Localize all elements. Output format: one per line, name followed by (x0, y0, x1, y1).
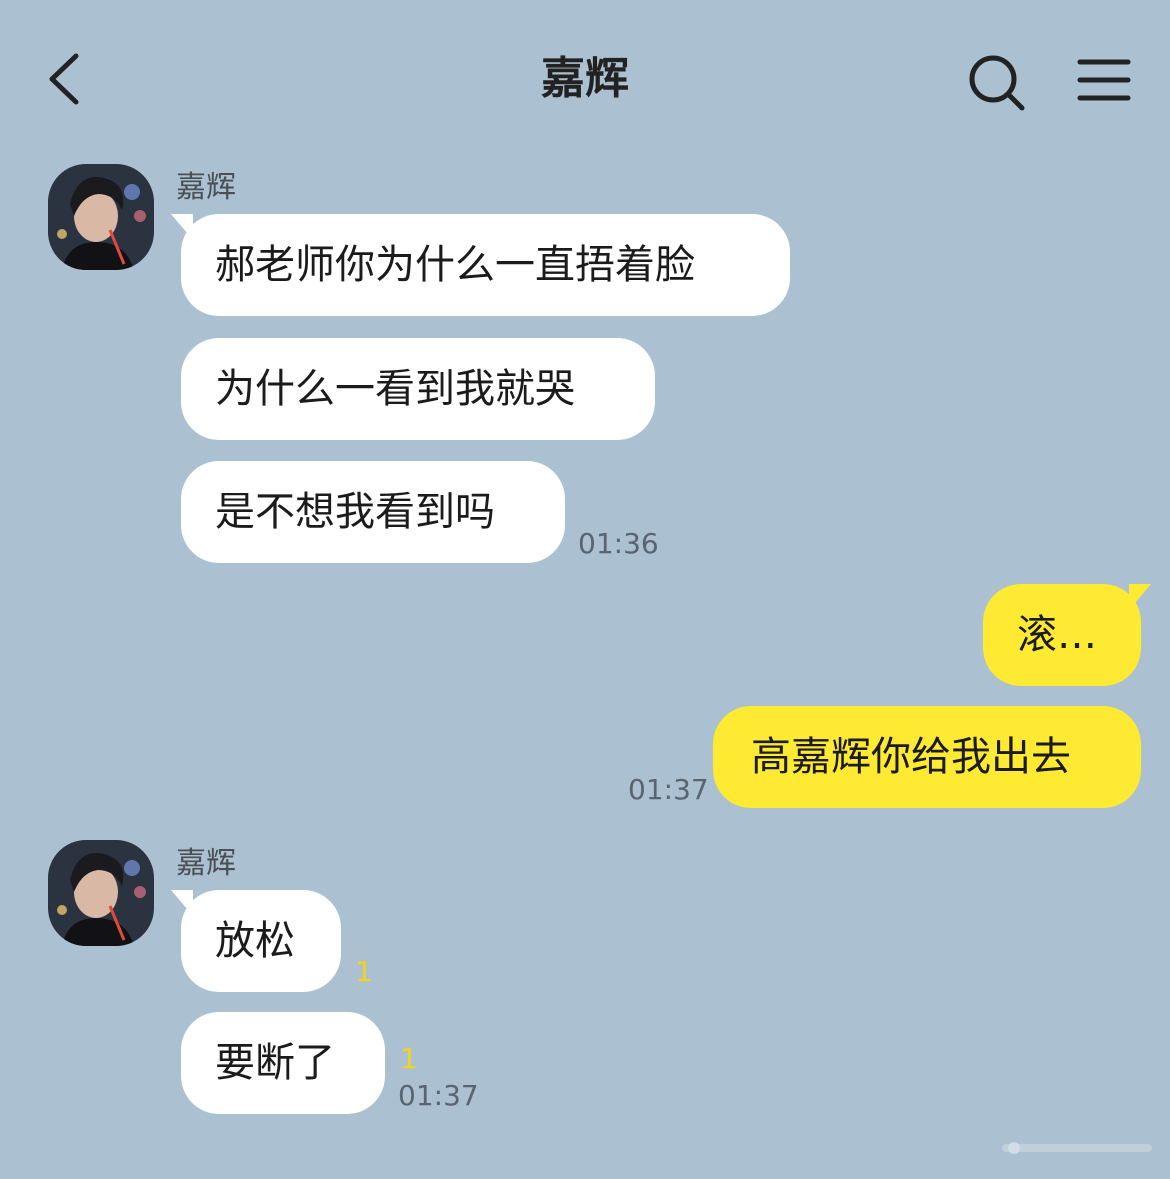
message-text: 放松 (215, 918, 295, 964)
message-text: 高嘉辉你给我出去 (751, 734, 1071, 780)
message-text: 为什么一看到我就哭 (215, 366, 575, 412)
message-bubble[interactable]: 放松 (171, 890, 341, 992)
avatar-photo (48, 164, 154, 270)
search-icon (969, 55, 1025, 111)
message-text: 滚… (1017, 612, 1097, 658)
watermark (994, 1130, 1164, 1166)
chat-title: 嘉辉 (541, 53, 629, 104)
message-bubble-outgoing[interactable]: 滚… (983, 584, 1151, 686)
message-text: 是不想我看到吗 (215, 489, 495, 535)
message-bubble[interactable]: 要断了 (181, 1012, 385, 1114)
bubble-tail (171, 890, 193, 916)
message-text: 要断了 (215, 1040, 335, 1086)
message-timestamp: 01:36 (578, 527, 659, 560)
hamburger-menu-icon (1077, 59, 1131, 101)
unread-count: 1 (355, 955, 373, 988)
search-button[interactable] (962, 48, 1032, 118)
chat-header: 嘉辉 (0, 0, 1170, 150)
message-timestamp: 01:37 (398, 1079, 479, 1112)
watermark-graphic (1002, 1142, 1152, 1154)
bubble-tail (1129, 584, 1151, 610)
contact-avatar[interactable] (48, 840, 154, 946)
message-bubble[interactable]: 为什么一看到我就哭 (181, 338, 655, 440)
bubble-tail (171, 214, 193, 240)
back-button[interactable] (36, 44, 102, 114)
message-bubble[interactable]: 是不想我看到吗 (181, 461, 565, 563)
message-bubble[interactable]: 郝老师你为什么一直捂着脸 (171, 214, 790, 316)
message-bubble-outgoing[interactable]: 高嘉辉你给我出去 (713, 706, 1141, 808)
contact-avatar[interactable] (48, 164, 154, 270)
chevron-left-icon (49, 53, 79, 105)
message-timestamp: 01:37 (628, 773, 709, 806)
menu-button[interactable] (1070, 50, 1140, 114)
avatar-photo (48, 840, 154, 946)
sender-name: 嘉辉 (176, 170, 236, 205)
unread-count: 1 (400, 1042, 418, 1075)
sender-name: 嘉辉 (176, 846, 236, 881)
message-text: 郝老师你为什么一直捂着脸 (215, 242, 695, 288)
